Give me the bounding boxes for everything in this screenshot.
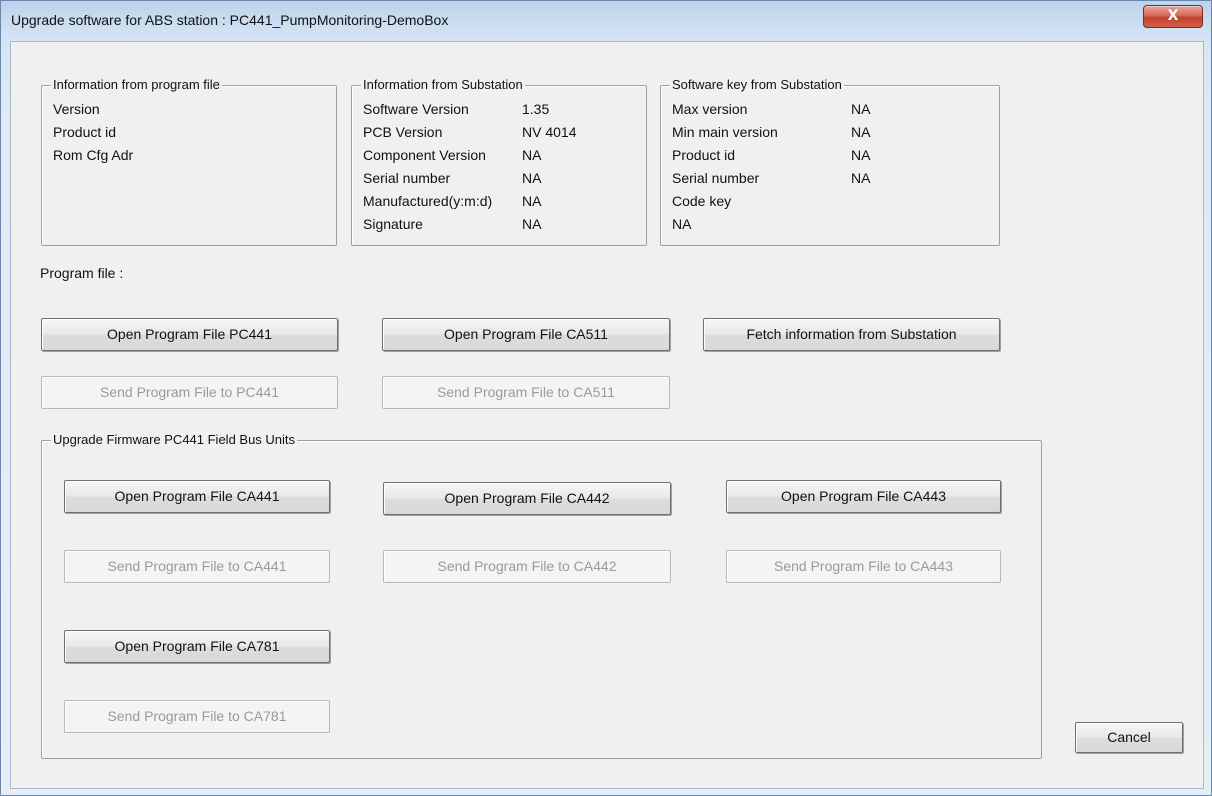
- send-program-file-ca442-button[interactable]: Send Program File to CA442: [383, 550, 671, 583]
- serial-number-label: Serial number: [363, 170, 451, 186]
- serial-number-value: NA: [522, 170, 542, 186]
- substation-info-group: Information from Substation Software Ver…: [351, 77, 647, 246]
- component-version-label: Component Version: [363, 147, 486, 163]
- window-title: Upgrade software for ABS station : PC441…: [11, 12, 449, 28]
- close-icon: X: [1167, 8, 1179, 24]
- send-program-file-ca781-button[interactable]: Send Program File to CA781: [64, 700, 330, 733]
- open-program-file-pc441-button[interactable]: Open Program File PC441: [41, 318, 338, 351]
- software-version-value: 1.35: [522, 101, 550, 117]
- key-product-id-label: Product id: [672, 147, 736, 163]
- group-legend: Upgrade Firmware PC441 Field Bus Units: [51, 432, 298, 447]
- open-program-file-ca781-button[interactable]: Open Program File CA781: [64, 630, 330, 663]
- open-program-file-ca511-button[interactable]: Open Program File CA511: [382, 318, 670, 351]
- send-program-file-ca441-button[interactable]: Send Program File to CA441: [64, 550, 330, 583]
- fetch-information-button[interactable]: Fetch information from Substation: [703, 318, 1000, 351]
- dialog-client-area: Information from program file Version Pr…: [10, 41, 1204, 789]
- software-key-group: Software key from Substation Max version…: [660, 77, 1000, 246]
- program-file-info-group: Information from program file Version Pr…: [41, 77, 337, 246]
- rom-cfg-adr-label: Rom Cfg Adr: [53, 147, 134, 163]
- max-version-label: Max version: [672, 101, 748, 117]
- open-program-file-ca441-button[interactable]: Open Program File CA441: [64, 480, 330, 513]
- send-program-file-ca511-button[interactable]: Send Program File to CA511: [382, 376, 670, 409]
- component-version-value: NA: [522, 147, 542, 163]
- fieldbus-units-group: Upgrade Firmware PC441 Field Bus Units O…: [41, 432, 1042, 759]
- group-legend: Information from program file: [51, 77, 222, 92]
- signature-label: Signature: [363, 216, 423, 232]
- cancel-button[interactable]: Cancel: [1075, 722, 1183, 753]
- upgrade-dialog-window: Upgrade software for ABS station : PC441…: [0, 0, 1212, 796]
- key-serial-number-value: NA: [851, 170, 871, 186]
- code-key-value: NA: [672, 216, 692, 232]
- open-program-file-ca442-button[interactable]: Open Program File CA442: [383, 482, 671, 515]
- min-main-version-value: NA: [851, 124, 871, 140]
- pcb-version-label: PCB Version: [363, 124, 443, 140]
- close-button[interactable]: X: [1143, 5, 1203, 28]
- group-legend: Software key from Substation: [670, 77, 844, 92]
- group-legend: Information from Substation: [361, 77, 525, 92]
- code-key-label: Code key: [672, 193, 732, 209]
- pcb-version-value: NV 4014: [522, 124, 577, 140]
- product-id-label: Product id: [53, 124, 117, 140]
- version-label: Version: [53, 101, 100, 117]
- max-version-value: NA: [851, 101, 871, 117]
- signature-value: NA: [522, 216, 542, 232]
- manufactured-label: Manufactured(y:m:d): [363, 193, 493, 209]
- manufactured-value: NA: [522, 193, 542, 209]
- open-program-file-ca443-button[interactable]: Open Program File CA443: [726, 480, 1001, 513]
- send-program-file-ca443-button[interactable]: Send Program File to CA443: [726, 550, 1001, 583]
- send-program-file-pc441-button[interactable]: Send Program File to PC441: [41, 376, 338, 409]
- software-version-label: Software Version: [363, 101, 469, 117]
- min-main-version-label: Min main version: [672, 124, 778, 140]
- key-product-id-value: NA: [851, 147, 871, 163]
- title-bar[interactable]: Upgrade software for ABS station : PC441…: [1, 1, 1211, 41]
- key-serial-number-label: Serial number: [672, 170, 760, 186]
- program-file-label: Program file :: [40, 265, 124, 281]
